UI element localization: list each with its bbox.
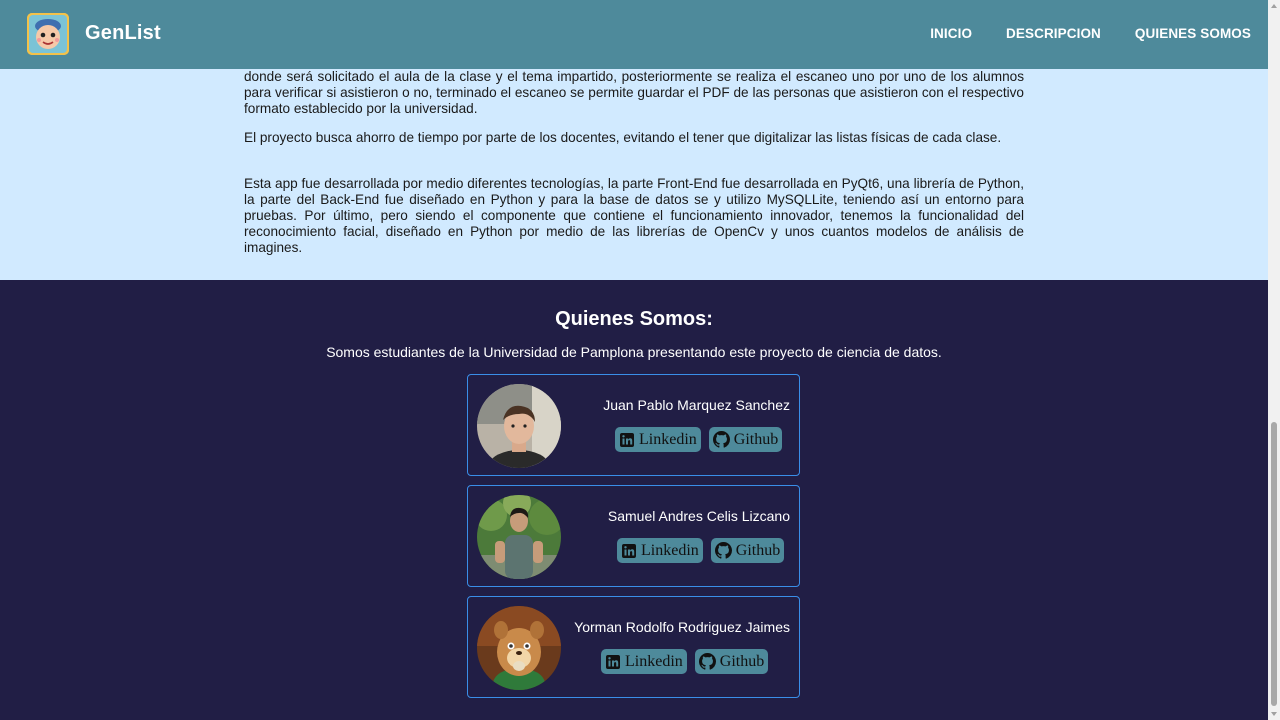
member-card: Samuel Andres Celis Lizcano Linkedin Git… xyxy=(467,485,800,587)
description-section: donde será solicitado el aula de la clas… xyxy=(0,69,1268,280)
description-paragraph: Esta app fue desarrollada por medio dife… xyxy=(244,176,1024,255)
nav-link-inicio[interactable]: INICIO xyxy=(930,26,972,41)
member-links: Linkedin Github xyxy=(601,649,769,674)
github-label: Github xyxy=(733,430,779,448)
linkedin-icon xyxy=(620,432,634,447)
description-paragraph: donde será solicitado el aula de la clas… xyxy=(244,69,1024,116)
team-subtitle: Somos estudiantes de la Universidad de P… xyxy=(326,344,942,360)
linkedin-label: Linkedin xyxy=(639,430,697,448)
scrollbar-thumb[interactable] xyxy=(1271,422,1277,706)
github-label: Github xyxy=(719,652,765,670)
linkedin-label: Linkedin xyxy=(625,652,683,670)
linkedin-button[interactable]: Linkedin xyxy=(617,538,703,563)
nav-links: INICIO DESCRIPCION QUIENES SOMOS xyxy=(930,26,1251,41)
nav-link-descripcion[interactable]: DESCRIPCION xyxy=(1006,26,1101,41)
linkedin-button[interactable]: Linkedin xyxy=(601,649,687,674)
github-button[interactable]: Github xyxy=(710,538,785,563)
member-name: Juan Pablo Marquez Sanchez xyxy=(603,397,790,413)
genlist-logo-icon[interactable] xyxy=(27,13,69,55)
member-photo-avatar xyxy=(477,495,561,579)
member-card: Juan Pablo Marquez Sanchez Linkedin Gith… xyxy=(467,374,800,476)
github-button[interactable]: Github xyxy=(694,649,769,674)
github-button[interactable]: Github xyxy=(708,427,783,452)
linkedin-icon xyxy=(606,654,620,669)
scroll-up-arrow-icon[interactable] xyxy=(1271,4,1277,8)
page-scrollbar[interactable] xyxy=(1268,0,1280,720)
linkedin-icon xyxy=(622,543,636,558)
linkedin-button[interactable]: Linkedin xyxy=(615,427,701,452)
member-links: Linkedin Github xyxy=(615,427,783,452)
member-name: Samuel Andres Celis Lizcano xyxy=(607,508,790,524)
member-name: Yorman Rodolfo Rodriguez Jaimes xyxy=(574,619,790,635)
member-photo-avatar xyxy=(477,384,561,468)
linkedin-label: Linkedin xyxy=(641,541,699,559)
scroll-down-arrow-icon[interactable] xyxy=(1271,712,1277,716)
github-icon xyxy=(698,653,716,670)
team-title: Quienes Somos: xyxy=(555,308,713,330)
description-paragraph: El proyecto busca ahorro de tiempo por p… xyxy=(244,130,1002,145)
member-photo-avatar xyxy=(477,606,561,690)
brand-name[interactable]: GenList xyxy=(85,22,161,45)
member-card: Yorman Rodolfo Rodriguez Jaimes Linkedin… xyxy=(467,596,800,698)
github-icon xyxy=(714,542,732,559)
github-label: Github xyxy=(735,541,781,559)
navbar: GenList INICIO DESCRIPCION QUIENES SOMOS xyxy=(0,0,1268,69)
github-icon xyxy=(712,431,730,448)
nav-link-quienes-somos[interactable]: QUIENES SOMOS xyxy=(1135,26,1251,41)
member-links: Linkedin Github xyxy=(617,538,785,563)
